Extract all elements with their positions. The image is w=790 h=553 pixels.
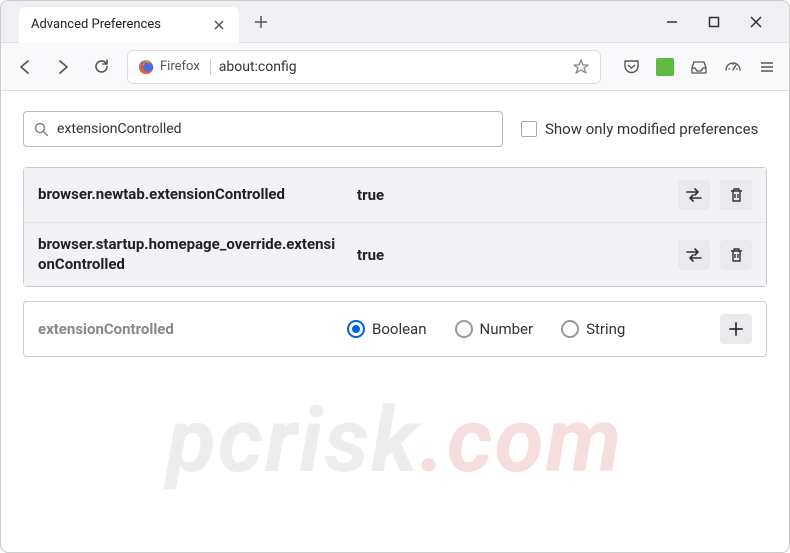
radio-label: Boolean [372,320,427,338]
tab-title: Advanced Preferences [31,17,211,32]
reload-button[interactable] [89,55,113,79]
search-icon [34,122,49,137]
titlebar: Advanced Preferences [1,1,789,43]
radio-icon [455,320,473,338]
browser-tab[interactable]: Advanced Preferences [19,7,239,43]
new-tab-button[interactable] [247,8,275,36]
toggle-button[interactable] [678,240,710,270]
url-text: about:config [219,59,564,75]
delete-button[interactable] [720,240,752,270]
page-content: Show only modified preferences browser.n… [1,91,789,377]
maximize-button[interactable] [699,7,729,37]
search-input[interactable] [57,121,492,137]
radio-string[interactable]: String [561,320,625,338]
radio-icon [561,320,579,338]
show-modified-checkbox-row[interactable]: Show only modified preferences [521,120,758,138]
extension-icon[interactable] [655,57,675,77]
radio-label: Number [480,320,534,338]
new-pref-name: extensionControlled [38,320,333,338]
url-bar[interactable]: Firefox about:config [127,50,601,84]
checkbox-icon[interactable] [521,121,537,137]
dashboard-icon[interactable] [723,57,743,77]
pref-row: browser.startup.homepage_override.extens… [24,223,766,286]
back-button[interactable] [13,55,37,79]
pref-name: browser.newtab.extensionControlled [38,185,343,205]
forward-button[interactable] [51,55,75,79]
identity-box[interactable]: Firefox [138,59,211,75]
firefox-logo-icon [138,59,154,75]
hamburger-menu-icon[interactable] [757,57,777,77]
add-button[interactable] [720,314,752,344]
type-radio-group: Boolean Number String [347,320,706,338]
bookmark-star-icon[interactable] [572,58,590,76]
minimize-button[interactable] [657,7,687,37]
radio-number[interactable]: Number [455,320,534,338]
pref-row: browser.newtab.extensionControlled true [24,168,766,223]
pref-value: true [357,246,664,264]
radio-boolean[interactable]: Boolean [347,320,427,338]
checkbox-label: Show only modified preferences [545,120,758,138]
close-window-button[interactable] [741,7,771,37]
new-preference-row: extensionControlled Boolean Number Strin… [23,301,767,357]
inbox-icon[interactable] [689,57,709,77]
close-tab-icon[interactable] [211,17,227,33]
pref-value: true [357,186,664,204]
identity-label: Firefox [160,59,200,74]
delete-button[interactable] [720,180,752,210]
browser-toolbar: Firefox about:config [1,43,789,91]
pocket-icon[interactable] [621,57,641,77]
pref-name: browser.startup.homepage_override.extens… [38,235,343,274]
window-controls [657,7,789,37]
search-preference-box[interactable] [23,111,503,147]
preferences-list: browser.newtab.extensionControlled true … [23,167,767,287]
radio-label: String [586,320,625,338]
radio-icon [347,320,365,338]
toggle-button[interactable] [678,180,710,210]
